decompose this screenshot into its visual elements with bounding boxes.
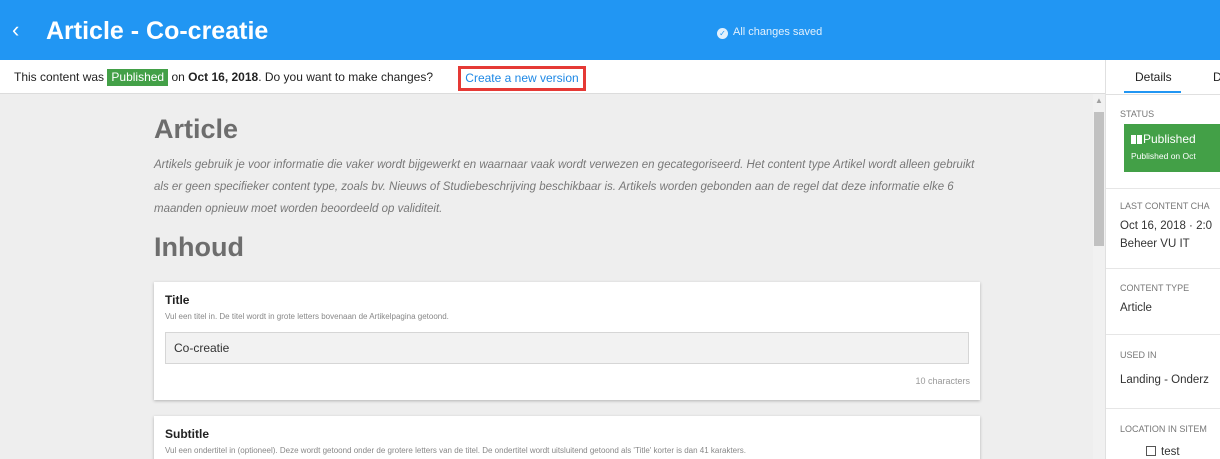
back-button[interactable]: ‹	[12, 18, 30, 42]
published-notice-bar: This content was Published on Oct 16, 20…	[0, 60, 1105, 94]
status-box: Published Published on Oct	[1124, 124, 1220, 172]
used-in-label: USED IN	[1120, 350, 1157, 360]
used-in-link[interactable]: Landing - Onderz	[1120, 374, 1209, 386]
content-type-label: CONTENT TYPE	[1120, 283, 1190, 293]
last-change-date: Oct 16, 2018 · 2:0	[1120, 220, 1213, 232]
notice-suffix: . Do you want to make changes?	[258, 70, 433, 84]
notice-date: Oct 16, 2018	[188, 70, 259, 84]
main-scrollbar[interactable]: ▲	[1093, 94, 1105, 459]
last-change-user: Beheer VU IT	[1120, 238, 1190, 250]
content-type-heading: Article	[154, 114, 239, 144]
tabs-divider	[1106, 94, 1220, 95]
scroll-thumb[interactable]	[1094, 112, 1104, 246]
divider	[1106, 334, 1220, 335]
sitemap-item-label: test	[1161, 446, 1180, 458]
title-field-card: Title Vul een titel in. De titel wordt i…	[154, 282, 980, 400]
title-input[interactable]: Co-creatie	[165, 332, 969, 364]
active-tab-indicator	[1124, 91, 1181, 93]
notice-text: This content was Published on Oct 16, 20…	[14, 60, 433, 94]
create-new-version-link[interactable]: Create a new version	[458, 66, 586, 91]
sitemap-label: LOCATION IN SITEM	[1120, 424, 1207, 434]
notice-prefix: This content was	[14, 70, 105, 84]
page-title: Article - Co-creatie	[46, 17, 269, 45]
subtitle-field-label: Subtitle	[165, 427, 209, 441]
sitemap-item[interactable]: test	[1146, 446, 1180, 458]
content-type-description: Artikels gebruik je voor informatie die …	[154, 159, 975, 215]
book-icon	[1131, 135, 1142, 144]
status-published-on: Published on Oct	[1131, 151, 1196, 161]
check-circle-icon: ✓	[717, 28, 728, 39]
notice-middle: on	[171, 70, 185, 84]
save-status-label: All changes saved	[733, 26, 823, 38]
subtitle-field-help: Vul een ondertitel in (optioneel). Deze …	[165, 446, 747, 455]
divider	[1106, 408, 1220, 409]
tab-second[interactable]: D	[1213, 70, 1220, 84]
title-field-help: Vul een titel in. De titel wordt in grot…	[165, 312, 449, 321]
top-bar: ‹ Article - Co-creatie ✓ All changes save…	[0, 0, 1220, 60]
chevron-left-icon: ‹	[12, 17, 20, 42]
title-char-count: 10 characters	[915, 376, 970, 386]
published-badge: Published	[107, 69, 169, 86]
status-value: Published	[1143, 132, 1196, 146]
section-heading: Inhoud	[154, 232, 244, 262]
editor-main: Article Artikels gebruik je voor informa…	[0, 94, 1093, 459]
save-status: ✓ All changes saved	[717, 25, 822, 39]
content-type-value: Article	[1120, 302, 1152, 314]
divider	[1106, 188, 1220, 189]
tab-details[interactable]: Details	[1135, 70, 1172, 84]
checkbox-icon[interactable]	[1146, 446, 1156, 456]
subtitle-field-card: Subtitle Vul een ondertitel in (optionee…	[154, 416, 980, 459]
last-change-label: LAST CONTENT CHA	[1120, 201, 1210, 211]
divider	[1106, 268, 1220, 269]
status-label: STATUS	[1120, 109, 1155, 119]
title-field-label: Title	[165, 293, 190, 307]
scroll-up-arrow-icon[interactable]: ▲	[1093, 96, 1105, 106]
details-panel: Details D STATUS Published Published on …	[1105, 60, 1220, 459]
